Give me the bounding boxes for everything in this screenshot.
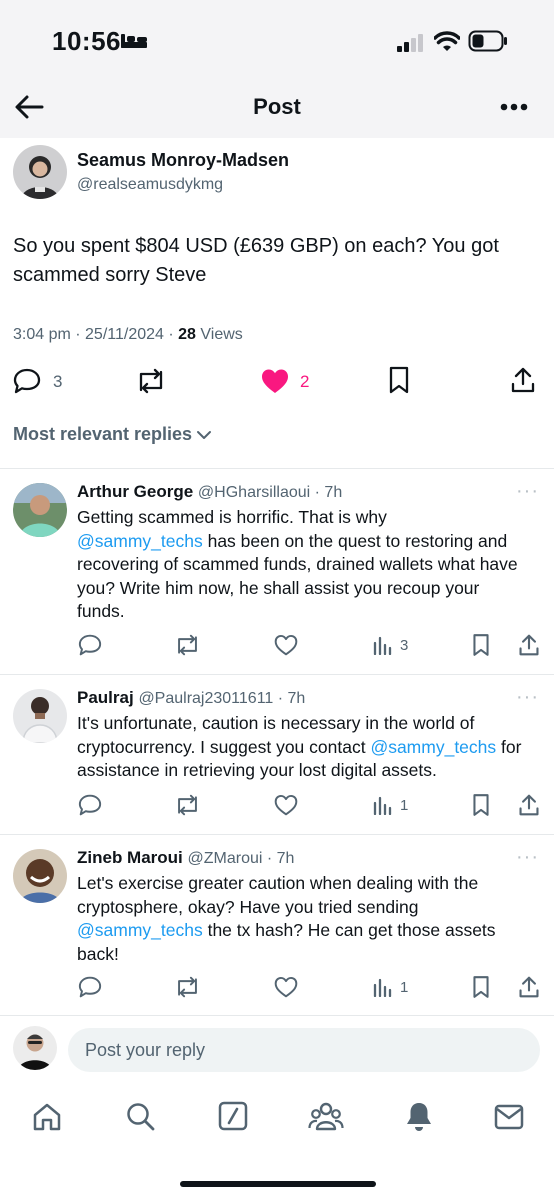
- reply-like-icon[interactable]: [274, 794, 298, 816]
- reply-comment-icon[interactable]: [78, 976, 102, 998]
- divider: [0, 468, 554, 469]
- messages-icon[interactable]: [494, 1103, 524, 1131]
- share-icon[interactable]: [510, 366, 536, 394]
- reply-repost-icon[interactable]: [174, 634, 201, 656]
- wifi-icon: [434, 31, 460, 53]
- reply-handle: @Paulraj23011611 · 7h: [138, 690, 306, 707]
- signal-icon: [397, 34, 425, 52]
- home-indicator: [180, 1181, 376, 1187]
- my-avatar[interactable]: [13, 1026, 57, 1070]
- reply-bookmark-icon[interactable]: [472, 975, 490, 999]
- reply-handle: @ZMaroui · 7h: [187, 850, 295, 867]
- reply-views-icon[interactable]: [373, 636, 393, 655]
- battery-icon: [468, 30, 508, 52]
- reply-like-icon[interactable]: [274, 634, 298, 656]
- like-filled-icon[interactable]: [261, 368, 289, 394]
- mention-link[interactable]: @sammy_techs: [370, 737, 496, 757]
- reply-more-icon[interactable]: ···: [516, 686, 539, 709]
- reply-avatar[interactable]: [13, 689, 67, 743]
- reply-button[interactable]: [13, 368, 41, 394]
- notifications-icon[interactable]: [404, 1100, 434, 1132]
- page-title: Post: [253, 94, 301, 119]
- reply-author-name: Arthur George: [77, 482, 194, 501]
- post-timestamp: 3:04 pm · 25/11/2024 ·: [13, 326, 179, 343]
- mention-link[interactable]: @sammy_techs: [77, 920, 203, 940]
- reply-share-icon[interactable]: [518, 793, 540, 817]
- repost-icon[interactable]: [135, 368, 167, 394]
- reply-placeholder: Post your reply: [85, 1040, 206, 1060]
- communities-icon[interactable]: [308, 1100, 344, 1132]
- reply-avatar[interactable]: [13, 483, 67, 537]
- divider: [0, 1015, 554, 1016]
- reply-views-count: 1: [400, 979, 409, 996]
- more-options-icon[interactable]: [500, 103, 528, 111]
- reply-more-icon[interactable]: ···: [516, 846, 539, 869]
- reply-text: It's unfortunate, caution is necessary i…: [77, 712, 529, 783]
- reply-text-start: Let's exercise greater caution when deal…: [77, 873, 479, 917]
- replies-sort-label: Most relevant replies: [13, 424, 193, 444]
- chevron-down-icon: [196, 430, 212, 440]
- reply-views-count: 3: [400, 637, 409, 654]
- sleep-mode-icon: [120, 32, 148, 50]
- views-count: 28: [178, 326, 196, 343]
- reply-like-icon[interactable]: [274, 976, 298, 998]
- author-handle[interactable]: @realseamusdykmg: [77, 176, 223, 194]
- status-time: 10:56: [52, 26, 121, 56]
- divider: [0, 674, 554, 675]
- reply-handle: @HGharsillaoui · 7h: [197, 484, 343, 501]
- grok-icon[interactable]: [218, 1101, 248, 1131]
- reply-views-icon[interactable]: [373, 978, 393, 997]
- reply-comment-icon[interactable]: [78, 794, 102, 816]
- divider: [0, 834, 554, 835]
- reply-text: Getting scammed is horrific. That is why…: [77, 506, 529, 624]
- search-icon[interactable]: [125, 1101, 155, 1131]
- reply-author[interactable]: Paulraj @Paulraj23011611 · 7h: [77, 688, 305, 708]
- reply-author-name: Paulraj: [77, 688, 134, 707]
- post-text: So you spent $804 USD (£639 GBP) on each…: [13, 235, 499, 286]
- reply-views-count: 1: [400, 797, 409, 814]
- reply-author[interactable]: Zineb Maroui @ZMaroui · 7h: [77, 848, 294, 868]
- views-label: Views: [195, 326, 243, 343]
- replies-sort[interactable]: Most relevant replies: [13, 424, 212, 445]
- reply-text-start: Getting scammed is horrific. That is why: [77, 507, 387, 527]
- reply-author[interactable]: Arthur George @HGharsillaoui · 7h: [77, 482, 342, 502]
- author-avatar[interactable]: [13, 145, 67, 199]
- reply-bookmark-icon[interactable]: [472, 793, 490, 817]
- mention-link[interactable]: @sammy_techs: [77, 531, 203, 551]
- reply-author-name: Zineb Maroui: [77, 848, 183, 867]
- reply-repost-icon[interactable]: [174, 976, 201, 998]
- reply-text: Let's exercise greater caution when deal…: [77, 872, 529, 966]
- author-name[interactable]: Seamus Monroy-Madsen: [77, 150, 289, 171]
- reply-repost-icon[interactable]: [174, 794, 201, 816]
- reply-share-icon[interactable]: [518, 975, 540, 999]
- reply-more-icon[interactable]: ···: [516, 480, 539, 503]
- bookmark-icon[interactable]: [388, 366, 410, 394]
- reply-comment-icon[interactable]: [78, 634, 102, 656]
- reply-share-icon[interactable]: [518, 633, 540, 657]
- home-icon[interactable]: [31, 1101, 63, 1133]
- reply-views-icon[interactable]: [373, 796, 393, 815]
- reply-avatar[interactable]: [13, 849, 67, 903]
- post-meta: 3:04 pm · 25/11/2024 · 28 Views: [13, 326, 243, 344]
- reply-count: 3: [53, 372, 63, 391]
- like-count: 2: [300, 372, 310, 391]
- reply-bookmark-icon[interactable]: [472, 633, 490, 657]
